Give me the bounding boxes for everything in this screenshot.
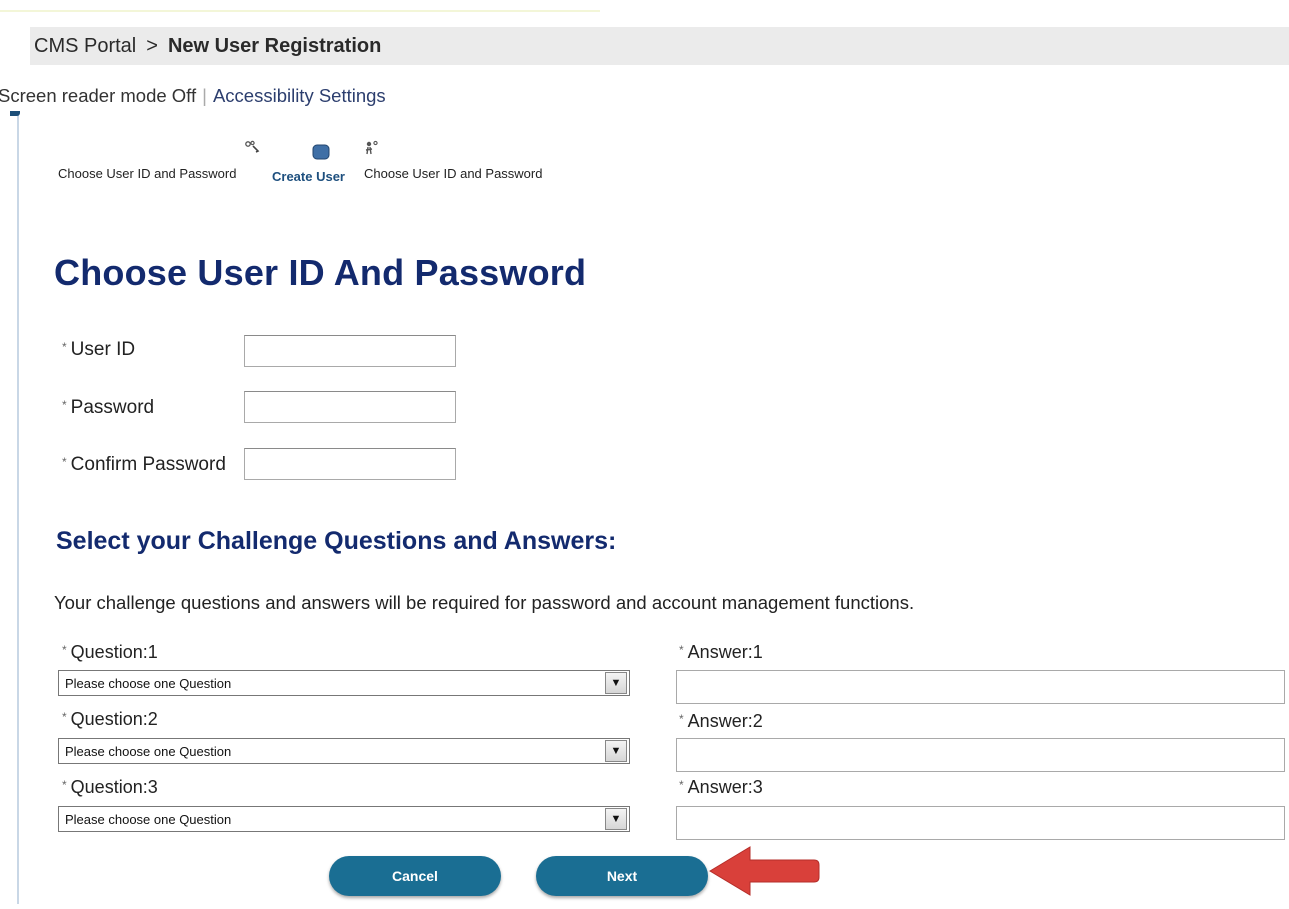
required-marker: * bbox=[62, 710, 67, 724]
chevron-down-icon[interactable]: ▼ bbox=[605, 672, 627, 694]
user-square-icon bbox=[312, 144, 330, 163]
answer-1-field[interactable] bbox=[676, 670, 1285, 704]
left-border-tab bbox=[10, 111, 20, 116]
password-label-text: Password bbox=[70, 397, 155, 418]
required-marker: * bbox=[679, 712, 684, 726]
chevron-down-icon[interactable]: ▼ bbox=[605, 808, 627, 830]
callout-arrow-icon bbox=[709, 846, 820, 896]
confirm-password-field[interactable] bbox=[244, 448, 456, 480]
required-marker: * bbox=[679, 643, 684, 657]
password-field[interactable] bbox=[244, 391, 456, 423]
required-marker: * bbox=[62, 398, 67, 412]
screen-reader-toggle[interactable]: Screen reader mode Off bbox=[0, 85, 196, 106]
question-2-label-text: Question:2 bbox=[70, 709, 158, 729]
answer-3-field[interactable] bbox=[676, 806, 1285, 840]
confirm-password-label-text: Confirm Password bbox=[70, 454, 226, 475]
user-id-label-text: User ID bbox=[70, 339, 136, 360]
required-marker: * bbox=[62, 340, 67, 354]
question-2-select[interactable]: Please choose one Question ▼ bbox=[58, 738, 630, 764]
answer-2-field[interactable] bbox=[676, 738, 1285, 772]
top-accent-line bbox=[0, 10, 600, 12]
question-2-label: * Question:2 bbox=[62, 709, 158, 730]
step-indicator: Choose User ID and Password Create User … bbox=[58, 140, 598, 192]
answer-1-label: * Answer:1 bbox=[679, 642, 763, 663]
question-1-label-text: Question:1 bbox=[70, 642, 158, 662]
password-label: * Password bbox=[62, 397, 154, 419]
question-3-select[interactable]: Please choose one Question ▼ bbox=[58, 806, 630, 832]
question-3-label-text: Question:3 bbox=[70, 777, 158, 797]
question-1-select[interactable]: Please choose one Question ▼ bbox=[58, 670, 630, 696]
question-1-label: * Question:1 bbox=[62, 642, 158, 663]
required-marker: * bbox=[62, 778, 67, 792]
step-1-label: Choose User ID and Password bbox=[58, 166, 237, 181]
left-border bbox=[17, 112, 19, 904]
user-id-label: * User ID bbox=[62, 339, 135, 361]
breadcrumb-separator: > bbox=[146, 34, 158, 57]
challenge-info-text: Your challenge questions and answers wil… bbox=[54, 592, 915, 613]
required-marker: * bbox=[679, 778, 684, 792]
confirm-password-label: * Confirm Password bbox=[62, 454, 226, 476]
page-title: Choose User ID And Password bbox=[54, 252, 587, 293]
question-1-selected: Please choose one Question bbox=[65, 675, 232, 691]
question-3-selected: Please choose one Question bbox=[65, 811, 232, 827]
divider: | bbox=[202, 85, 207, 106]
breadcrumb: CMS Portal > New User Registration bbox=[30, 27, 1289, 65]
breadcrumb-root[interactable]: CMS Portal bbox=[34, 35, 136, 58]
answer-3-label: * Answer:3 bbox=[679, 777, 763, 798]
answer-2-label: * Answer:2 bbox=[679, 711, 763, 732]
accessibility-bar: Screen reader mode Off | Accessibility Set… bbox=[0, 85, 386, 107]
question-2-selected: Please choose one Question bbox=[65, 743, 232, 759]
answer-2-label-text: Answer:2 bbox=[687, 711, 763, 731]
next-button[interactable]: Next bbox=[536, 856, 708, 896]
required-marker: * bbox=[62, 643, 67, 657]
user-id-field[interactable] bbox=[244, 335, 456, 367]
step-3-label: Choose User ID and Password bbox=[364, 166, 543, 181]
answer-3-label-text: Answer:3 bbox=[687, 777, 763, 797]
question-3-label: * Question:3 bbox=[62, 777, 158, 798]
step-2-label: Create User bbox=[272, 169, 345, 184]
accessibility-settings-link[interactable]: Accessibility Settings bbox=[213, 85, 386, 106]
required-marker: * bbox=[62, 455, 67, 469]
challenge-section-title: Select your Challenge Questions and Answ… bbox=[56, 527, 617, 555]
key-icon bbox=[244, 140, 260, 157]
cancel-button[interactable]: Cancel bbox=[329, 856, 501, 896]
answer-1-label-text: Answer:1 bbox=[687, 642, 763, 662]
chevron-down-icon[interactable]: ▼ bbox=[605, 740, 627, 762]
breadcrumb-current: New User Registration bbox=[167, 34, 382, 57]
person-key-icon bbox=[364, 140, 380, 159]
